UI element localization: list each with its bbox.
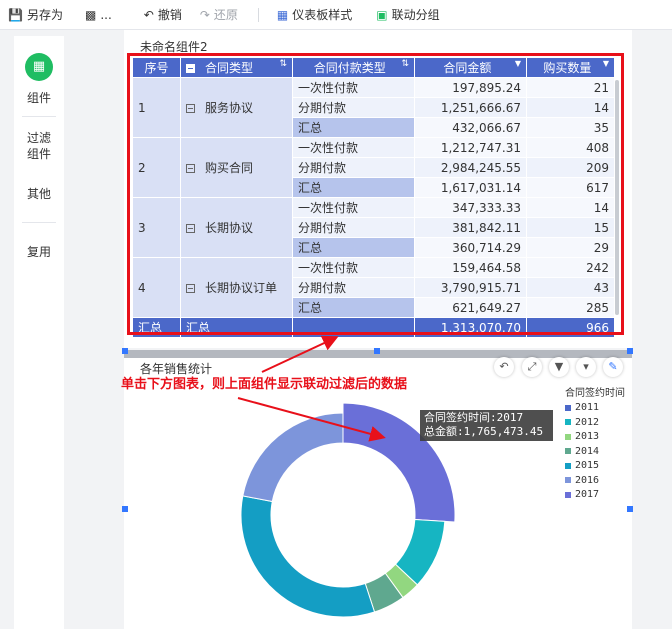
resize-handle[interactable] [122, 348, 128, 354]
legend-item[interactable]: 2017 [565, 489, 599, 500]
sidebar-divider [22, 116, 56, 117]
sidebar-divider [22, 222, 56, 223]
sidebar-item-components[interactable]: 组件 [14, 90, 64, 106]
legend-label: 2013 [575, 431, 600, 442]
resize-handle[interactable] [627, 506, 633, 512]
filter-button[interactable]: ▼ [549, 357, 569, 377]
resize-handle[interactable] [374, 348, 380, 354]
legend-swatch [565, 419, 571, 425]
highlight-frame [127, 53, 624, 335]
tooltip-line-2: 总金额:1,765,473.45 [424, 425, 544, 438]
widget-chart-card[interactable] [124, 354, 632, 629]
more-menu-button[interactable]: ▾ [576, 357, 596, 377]
more-label: ... [100, 7, 112, 22]
sidebar-item-other[interactable]: 其他 [14, 186, 64, 202]
sidebar-item-reuse[interactable]: 复用 [14, 244, 64, 260]
legend-item[interactable]: 2015 [565, 460, 599, 471]
legend-item[interactable]: 2016 [565, 475, 599, 486]
component-add-icon[interactable]: ▦ [25, 53, 53, 81]
legend-item[interactable]: 2014 [565, 446, 599, 457]
linkage-icon: ▣ [376, 7, 388, 22]
resize-handle[interactable] [122, 506, 128, 512]
legend-swatch [565, 448, 571, 454]
fullscreen-button[interactable]: ⤢ [522, 357, 542, 377]
linkage-group-button[interactable]: ▣ 联动分组 [370, 0, 445, 30]
save-icon: 💾 [8, 7, 23, 22]
legend-swatch [565, 462, 571, 469]
legend-swatch [565, 491, 571, 498]
legend-label: 2012 [575, 416, 600, 428]
legend-label: 2011 [575, 402, 600, 413]
legend-swatch [565, 404, 571, 411]
redo-label: 还原 [213, 8, 238, 22]
legend-label: 2014 [575, 445, 600, 457]
legend-label: 2017 [575, 489, 600, 500]
edit-button[interactable]: ✎ [603, 357, 623, 377]
legend-item[interactable]: 2011 [565, 402, 599, 413]
legend-swatch [565, 477, 571, 483]
legend-label: 2016 [575, 474, 600, 486]
undo-label: 撤销 [157, 8, 182, 22]
resize-handle[interactable] [627, 348, 633, 354]
legend-label: 2015 [575, 460, 600, 471]
save-as-label: 另存为 [26, 8, 63, 22]
toolbar: 💾 另存为 ▩ ... ↶ 撤销 ↷ 还原 ▦ 仪表板样式 ▣ 联动分组 [0, 0, 672, 30]
redo-icon: ↷ [199, 7, 210, 22]
legend-item[interactable]: 2012 [565, 417, 599, 428]
undo-icon: ↶ [143, 7, 154, 22]
archive-icon: ▩ [84, 7, 97, 22]
dashboard-style-label: 仪表板样式 [292, 8, 353, 22]
instruction-annotation: 单击下方图表，则上面组件显示联动过滤后的数据 [121, 377, 408, 392]
drill-back-button[interactable]: ↶ [494, 357, 514, 377]
legend-title: 合同签约时间 [565, 388, 625, 399]
dashboard-style-button[interactable]: ▦ 仪表板样式 [271, 0, 358, 30]
legend-swatch [565, 433, 571, 440]
save-as-button[interactable]: 💾 另存为 [2, 0, 69, 30]
sidebar-item-filter[interactable]: 过滤 组件 [14, 130, 64, 162]
linkage-group-label: 联动分组 [391, 8, 440, 22]
redo-button[interactable]: ↷ 还原 [194, 0, 244, 30]
left-sidebar: ▦ 组件 过滤 组件 其他 复用 [14, 36, 64, 629]
undo-button[interactable]: ↶ 撤销 [138, 0, 188, 30]
more-button[interactable]: ▩ ... [79, 0, 118, 30]
chart-tooltip: 合同签约时间:2017 总金额:1,765,473.45 [420, 410, 553, 441]
tooltip-line-1: 合同签约时间:2017 [424, 411, 524, 424]
toolbar-divider [257, 7, 259, 22]
legend-item[interactable]: 2013 [565, 431, 599, 442]
grid-icon: ▦ [276, 7, 289, 22]
